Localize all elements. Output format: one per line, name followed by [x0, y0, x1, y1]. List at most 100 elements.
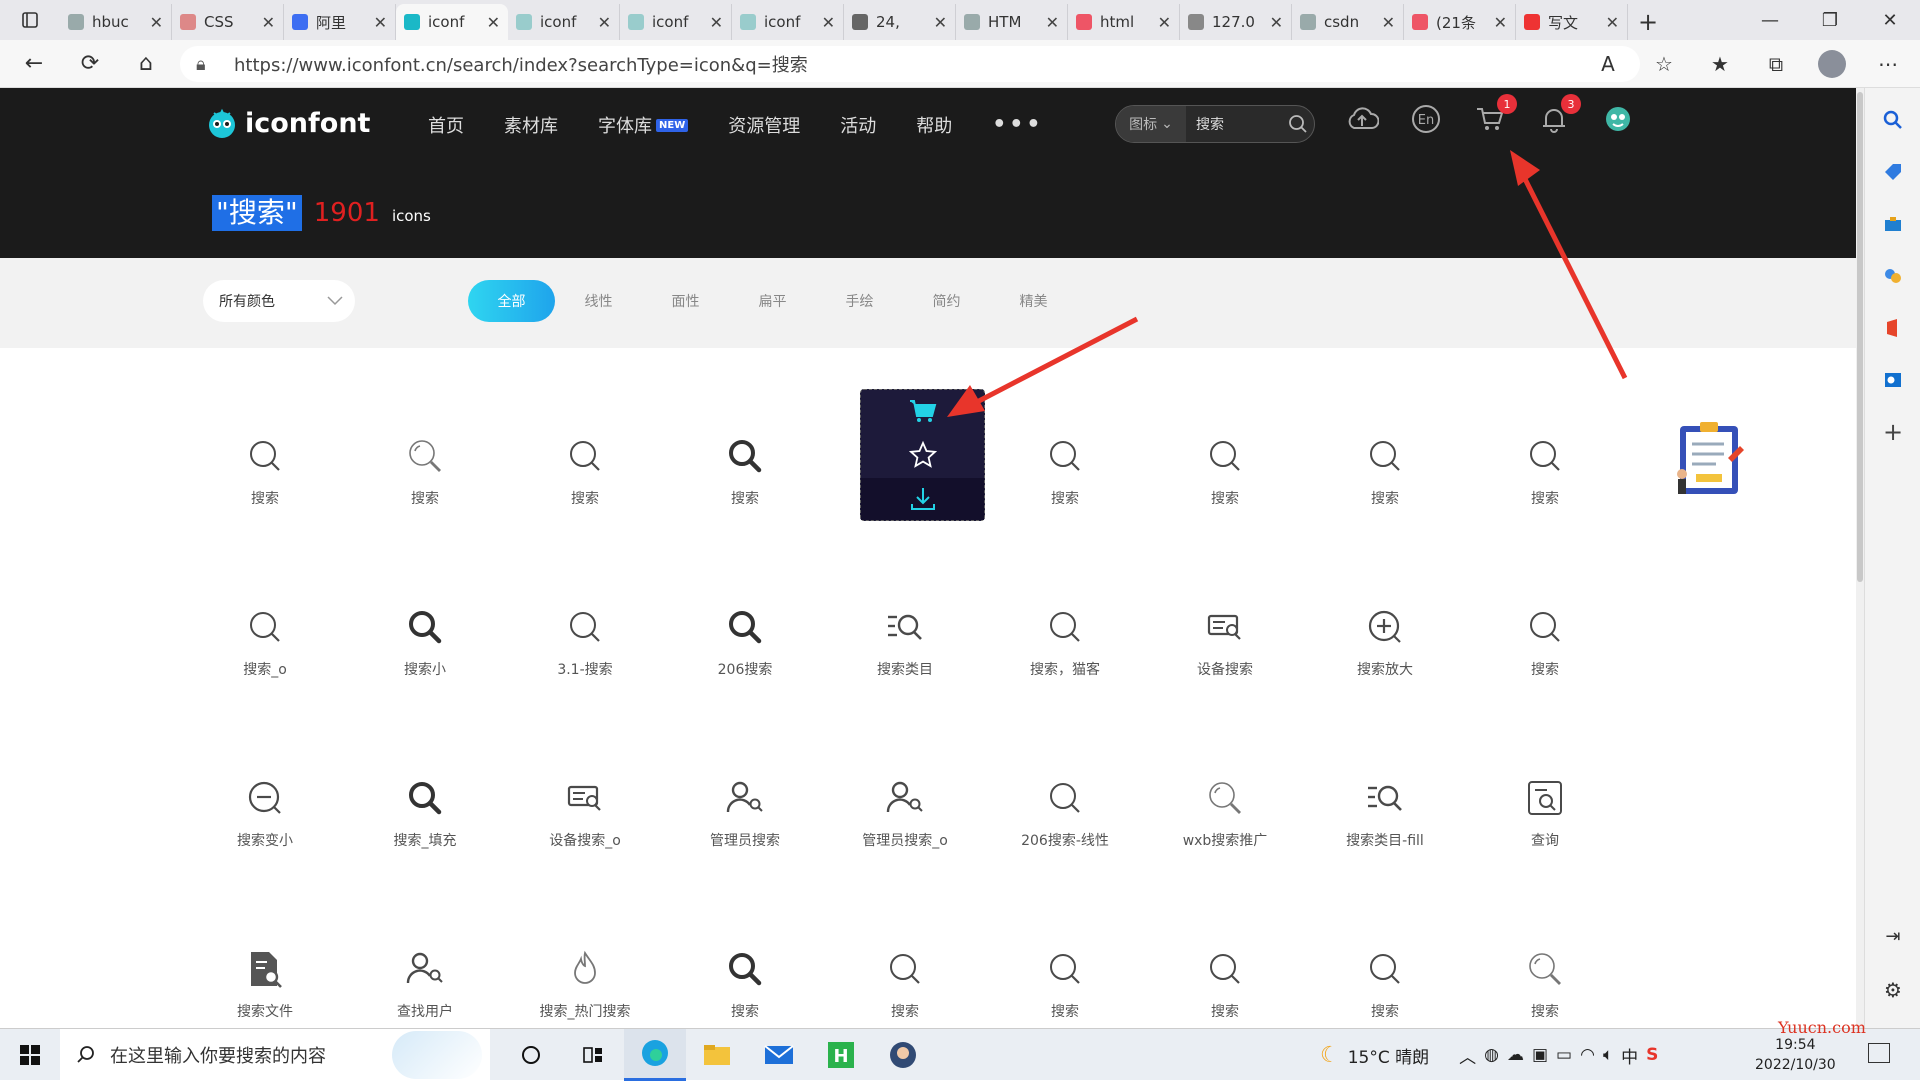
style-tab[interactable]: 线性: [555, 280, 642, 322]
refresh-button[interactable]: ⟳: [62, 40, 118, 88]
browser-tab[interactable]: 写文 ✕: [1516, 4, 1628, 40]
icon-card[interactable]: 搜索: [520, 388, 650, 528]
url-field[interactable]: 🔒︎ https://www.iconfont.cn/search/index?…: [180, 46, 1640, 82]
icon-card[interactable]: 搜索: [1000, 901, 1130, 1028]
menu-home[interactable]: 首页: [428, 112, 464, 138]
cortana-icon[interactable]: [500, 1029, 562, 1081]
clock[interactable]: 19:54 2022/10/30: [1755, 1035, 1836, 1075]
add-icon[interactable]: +: [1865, 406, 1920, 458]
sidebar-collapse-icon[interactable]: ⇥: [1865, 910, 1920, 962]
menu-resources[interactable]: 资源管理: [728, 112, 800, 138]
search-icon[interactable]: [1282, 114, 1314, 134]
icon-card[interactable]: 搜索: [1480, 559, 1610, 699]
home-button[interactable]: ⌂: [118, 40, 174, 88]
browser-tab[interactable]: iconf ✕: [396, 4, 508, 40]
browser-tab[interactable]: (21条 ✕: [1404, 4, 1516, 40]
close-tab-icon[interactable]: ✕: [487, 13, 500, 32]
icon-card[interactable]: 搜索: [1000, 388, 1130, 528]
settings-more-icon[interactable]: ⋯: [1860, 40, 1916, 88]
icon-card[interactable]: 搜索类目-fill: [1320, 730, 1450, 870]
bell-icon[interactable]: 3: [1537, 94, 1581, 136]
tab-actions-icon[interactable]: [0, 0, 60, 40]
tray-chevron-icon[interactable]: ︿: [1459, 1043, 1476, 1068]
icon-card[interactable]: 管理员搜索_o: [840, 730, 970, 870]
browser-tab[interactable]: 24, ✕: [844, 4, 956, 40]
mail-app-icon[interactable]: [748, 1029, 810, 1081]
tray-screen-icon[interactable]: ▣: [1532, 1045, 1548, 1065]
language-en-icon[interactable]: En: [1409, 102, 1443, 136]
sogou-ime-icon[interactable]: S: [1646, 1045, 1658, 1065]
browser-tab[interactable]: iconf ✕: [508, 4, 620, 40]
icon-card[interactable]: 搜索，猫客: [1000, 559, 1130, 699]
close-tab-icon[interactable]: ✕: [822, 13, 835, 32]
app-avatar-icon[interactable]: [872, 1029, 934, 1081]
scroll-thumb[interactable]: [1857, 92, 1863, 582]
close-tab-icon[interactable]: ✕: [598, 13, 611, 32]
taskbar-search[interactable]: 在这里输入你要搜索的内容: [60, 1028, 490, 1081]
shopping-tag-icon[interactable]: [1865, 146, 1920, 198]
close-tab-icon[interactable]: ✕: [374, 13, 387, 32]
close-tab-icon[interactable]: ✕: [262, 13, 275, 32]
search-type-select[interactable]: 图标 ⌄: [1116, 106, 1186, 142]
weather-text[interactable]: 15°C 晴朗: [1348, 1043, 1429, 1068]
file-explorer-icon[interactable]: [686, 1029, 748, 1081]
close-tab-icon[interactable]: ✕: [1158, 13, 1171, 32]
icon-card[interactable]: 搜索放大: [1320, 559, 1450, 699]
icon-card[interactable]: 搜索: [1480, 388, 1610, 528]
icon-card[interactable]: 搜索: [840, 901, 970, 1028]
close-window-button[interactable]: ✕: [1860, 0, 1920, 40]
close-tab-icon[interactable]: ✕: [710, 13, 723, 32]
new-tab-button[interactable]: +: [1628, 4, 1668, 40]
style-tab[interactable]: 面性: [642, 280, 729, 322]
icon-card[interactable]: 搜索: [1160, 388, 1290, 528]
icon-card[interactable]: 206搜索: [680, 559, 810, 699]
icon-card[interactable]: 搜索变小: [200, 730, 330, 870]
icon-card[interactable]: 搜索: [1480, 901, 1610, 1028]
close-tab-icon[interactable]: ✕: [150, 13, 163, 32]
clipboard-illustration-icon[interactable]: [1670, 418, 1750, 498]
menu-materials[interactable]: 素材库: [504, 112, 558, 138]
menu-more[interactable]: •••: [992, 112, 1043, 138]
battery-icon[interactable]: ▭: [1556, 1045, 1572, 1065]
browser-tab[interactable]: iconf ✕: [732, 4, 844, 40]
menu-activities[interactable]: 活动: [840, 112, 876, 138]
ime-indicator[interactable]: 中: [1621, 1043, 1638, 1068]
cart-icon[interactable]: 1: [1473, 94, 1517, 136]
icon-card[interactable]: 搜索_热门搜索: [520, 901, 650, 1028]
close-tab-icon[interactable]: ✕: [1046, 13, 1059, 32]
edge-app-icon[interactable]: [624, 1028, 686, 1081]
style-tab[interactable]: 全部: [468, 280, 555, 322]
minimize-button[interactable]: —: [1740, 0, 1800, 40]
back-button[interactable]: ←: [6, 40, 62, 88]
games-icon[interactable]: [1865, 250, 1920, 302]
icon-card[interactable]: 搜索: [680, 901, 810, 1028]
browser-tab[interactable]: iconf ✕: [620, 4, 732, 40]
wifi-icon[interactable]: ◠: [1580, 1045, 1595, 1065]
icon-card[interactable]: 设备搜索_o: [520, 730, 650, 870]
browser-tab[interactable]: HTM ✕: [956, 4, 1068, 40]
style-tab[interactable]: 扁平: [729, 280, 816, 322]
favorite-add-icon[interactable]: ☆: [1636, 40, 1692, 88]
search-input[interactable]: [1186, 116, 1282, 132]
close-tab-icon[interactable]: ✕: [1494, 13, 1507, 32]
user-avatar-icon[interactable]: [1601, 102, 1635, 136]
task-view-icon[interactable]: [562, 1029, 624, 1081]
onedrive-icon[interactable]: ☁︎: [1507, 1045, 1524, 1065]
style-tab[interactable]: 简约: [903, 280, 990, 322]
office-icon[interactable]: [1865, 302, 1920, 354]
icon-card[interactable]: 搜索: [680, 388, 810, 528]
icon-card[interactable]: 搜索文件: [200, 901, 330, 1028]
read-aloud-icon[interactable]: A: [1580, 40, 1636, 88]
volume-icon[interactable]: 🔈︎: [1603, 1045, 1613, 1065]
icon-card[interactable]: 查找用户: [360, 901, 490, 1028]
icon-card[interactable]: 搜索: [200, 388, 330, 528]
tools-icon[interactable]: [1865, 198, 1920, 250]
site-logo[interactable]: iconfont: [205, 106, 370, 140]
icon-card[interactable]: 搜索: [360, 388, 490, 528]
menu-help[interactable]: 帮助: [916, 112, 952, 138]
icon-card[interactable]: 搜索_填充: [360, 730, 490, 870]
collections-icon[interactable]: ⧉: [1748, 40, 1804, 88]
browser-tab[interactable]: CSS ✕: [172, 4, 284, 40]
browser-tab[interactable]: hbuc ✕: [60, 4, 172, 40]
browser-tab[interactable]: csdn ✕: [1292, 4, 1404, 40]
